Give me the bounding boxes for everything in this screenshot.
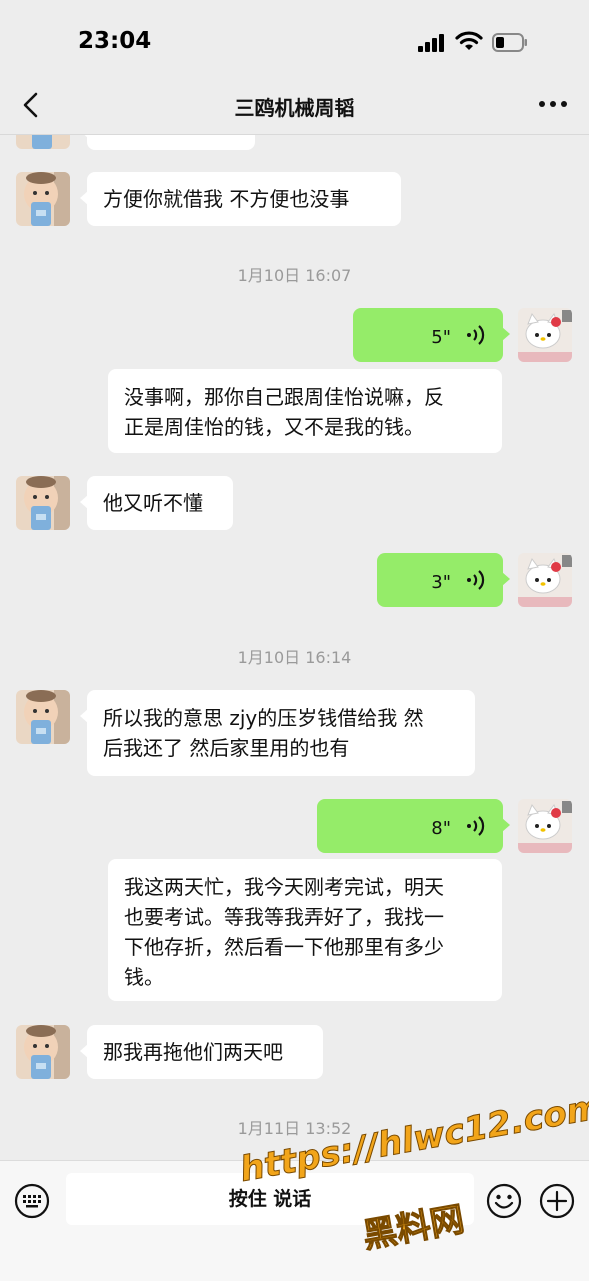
message-list[interactable]: 方便你就借我 不方便也没事 1月10日 16:07 5" 没事啊，那你自己跟周佳… <box>0 135 589 1160</box>
chat-title: 三鸥机械周韬 <box>234 96 355 120</box>
keyboard-icon[interactable] <box>14 1183 50 1219</box>
status-bar: 23:04 <box>0 0 589 80</box>
voice-transcript[interactable]: 我这两天忙，我今天刚考完试，明天 也要考试。等我等我弄好了，我找一 下他存折，然… <box>108 859 502 1001</box>
voice-transcript[interactable]: 没事啊，那你自己跟周佳怡说嘛，反 正是周佳怡的钱，又不是我的钱。 <box>108 369 502 453</box>
timestamp: 1月10日 16:14 <box>237 648 352 667</box>
message-line: 后我还了 然后家里用的也有 <box>103 736 350 760</box>
my-avatar[interactable] <box>518 553 572 607</box>
battery-icon <box>492 33 527 52</box>
voice-wave-icon <box>467 816 485 836</box>
message-text: 他又听不懂 <box>103 491 203 515</box>
transcript-line: 没事啊，那你自己跟周佳怡说嘛，反 <box>124 385 444 409</box>
voice-duration: 5" <box>431 327 451 348</box>
voice-duration: 3" <box>431 572 451 593</box>
voice-duration: 8" <box>431 818 451 839</box>
my-avatar[interactable] <box>518 308 572 362</box>
contact-avatar[interactable] <box>16 172 70 226</box>
message-bubble-text[interactable]: 所以我的意思 zjy的压岁钱借给我 然 后我还了 然后家里用的也有 <box>80 690 475 776</box>
contact-avatar[interactable] <box>16 135 70 149</box>
message-line: 所以我的意思 zjy的压岁钱借给我 然 <box>103 706 424 730</box>
voice-wave-icon <box>467 325 485 345</box>
transcript-line: 下他存折，然后看一下他那里有多少 <box>124 935 444 959</box>
transcript-line: 正是周佳怡的钱，又不是我的钱。 <box>124 415 424 439</box>
message-bubble-partial[interactable] <box>80 135 255 150</box>
transcript-line: 钱。 <box>124 965 164 989</box>
message-bubble-text[interactable]: 他又听不懂 <box>80 476 233 530</box>
wifi-icon <box>455 31 483 50</box>
contact-avatar[interactable] <box>16 1025 70 1079</box>
contact-avatar[interactable] <box>16 690 70 744</box>
emoji-icon[interactable] <box>486 1183 522 1219</box>
contact-avatar[interactable] <box>16 476 70 530</box>
plus-icon[interactable] <box>539 1183 575 1219</box>
my-avatar[interactable] <box>518 799 572 853</box>
voice-message-bubble[interactable]: 5" <box>353 308 510 362</box>
message-text: 那我再拖他们两天吧 <box>103 1040 283 1064</box>
chat-header: 三鸥机械周韬 <box>0 80 589 135</box>
voice-message-bubble[interactable]: 3" <box>377 553 510 607</box>
signal-icon <box>418 34 448 52</box>
voice-wave-icon <box>467 570 485 590</box>
message-bubble-text[interactable]: 那我再拖他们两天吧 <box>80 1025 323 1079</box>
message-bubble-text[interactable]: 方便你就借我 不方便也没事 <box>80 172 401 226</box>
timestamp: 1月10日 16:07 <box>237 266 352 285</box>
transcript-line: 我这两天忙，我今天刚考完试，明天 <box>124 875 444 899</box>
status-time: 23:04 <box>78 28 152 54</box>
voice-message-bubble[interactable]: 8" <box>317 799 510 853</box>
transcript-line: 也要考试。等我等我弄好了，我找一 <box>124 905 444 929</box>
more-icon[interactable] <box>537 94 569 114</box>
message-text: 方便你就借我 不方便也没事 <box>103 187 350 211</box>
